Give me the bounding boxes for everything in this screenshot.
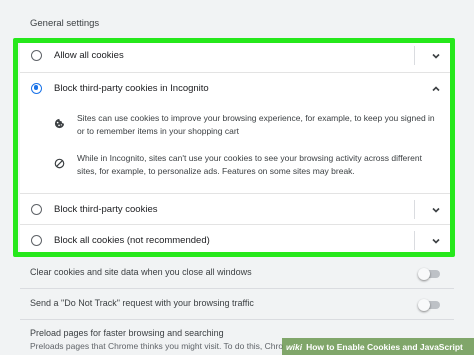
option-label-block-third-party: Block third-party cookies (54, 203, 158, 215)
watermark-brand: wiki (286, 341, 303, 352)
section-title: General settings (30, 18, 100, 29)
chevron-up-icon[interactable] (430, 83, 442, 95)
toggle-knob-do-not-track[interactable] (418, 299, 430, 311)
cookie-option-allow-all[interactable]: Allow all cookies (20, 40, 454, 71)
cookie-option-block-third-party[interactable]: Block third-party cookies (20, 193, 454, 224)
detail-cookie-usage: Sites can use cookies to improve your br… (20, 112, 454, 140)
cookie-icon (54, 118, 65, 129)
option-label-allow-all: Allow all cookies (54, 50, 124, 61)
setting-label-clear-on-exit: Clear cookies and site data when you clo… (30, 267, 252, 277)
divider (20, 288, 454, 289)
detail-text-cookie-usage: Sites can use cookies to improve your br… (77, 113, 435, 136)
cookie-option-block-all[interactable]: Block all cookies (not recommended) (20, 224, 454, 255)
preload-description: Preloads pages that Chrome thinks you mi… (30, 341, 284, 351)
chevron-down-icon[interactable] (430, 50, 442, 62)
separator (414, 231, 415, 250)
setting-label-do-not-track: Send a "Do Not Track" request with your … (30, 298, 254, 308)
watermark-title: How to Enable Cookies and JavaScript (306, 341, 463, 352)
chevron-down-icon[interactable] (430, 235, 442, 247)
wikihow-watermark: wiki How to Enable Cookies and JavaScrip… (282, 338, 474, 355)
radio-block-all[interactable] (31, 234, 42, 246)
toggle-knob-clear-on-exit[interactable] (418, 268, 430, 280)
detail-text-incognito-block: While in Incognito, sites can't use your… (77, 153, 422, 176)
cookie-option-block-incognito[interactable]: Block third-party cookies in Incognito (20, 72, 454, 103)
separator (414, 200, 415, 219)
radio-block-incognito[interactable] (31, 82, 42, 94)
preload-title: Preload pages for faster browsing and se… (30, 328, 224, 338)
radio-block-third-party[interactable] (31, 203, 42, 215)
separator (414, 46, 415, 65)
divider (20, 319, 454, 320)
detail-incognito-block: While in Incognito, sites can't use your… (20, 152, 454, 180)
block-icon (54, 158, 65, 169)
chevron-down-icon[interactable] (430, 204, 442, 216)
option-label-block-all: Block all cookies (not recommended) (54, 234, 210, 246)
radio-allow-all[interactable] (31, 50, 42, 61)
option-label-block-incognito: Block third-party cookies in Incognito (54, 82, 209, 94)
